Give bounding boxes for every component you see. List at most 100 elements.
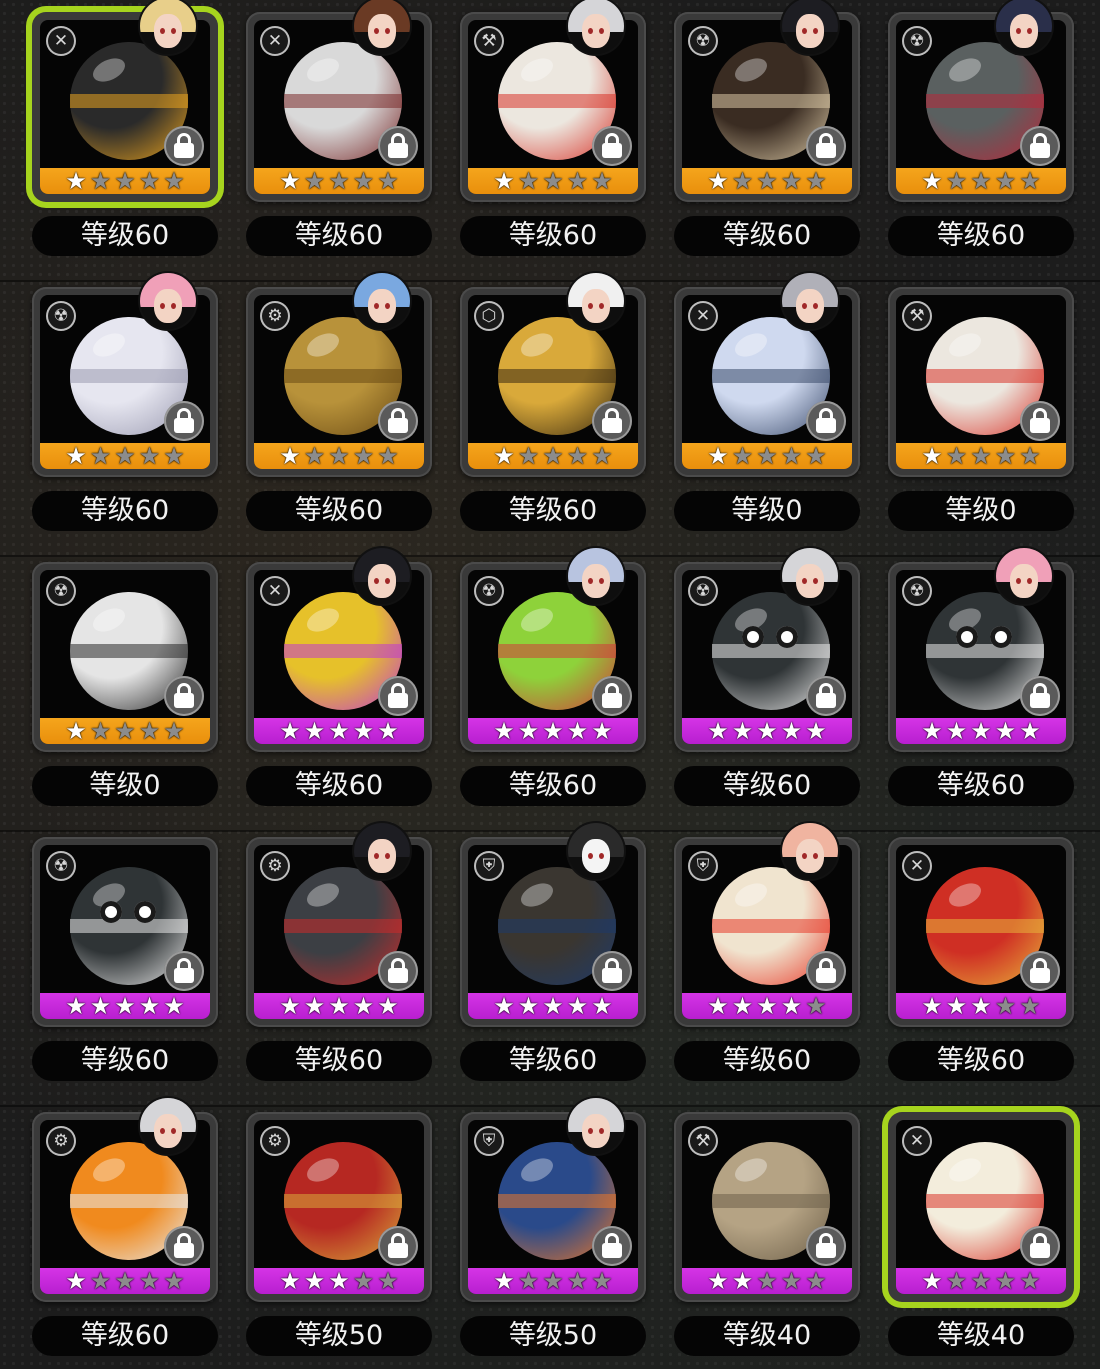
character-avatar [996, 0, 1052, 54]
item-card[interactable]: ☢ ★ ★ ★ ★ ★ 等级60 [856, 0, 1074, 262]
item-card[interactable]: ☢ ★ ★ ★ ★ ★ 等级60 [428, 548, 646, 812]
star-rating: ★ ★ ★ ★ ★ [468, 993, 638, 1019]
lock-icon[interactable] [164, 951, 204, 991]
crossed-tools-icon: ✕ [902, 851, 932, 881]
item-card-frame[interactable]: ⚒ ★ ★ ★ ★ ★ [674, 1112, 860, 1302]
star-icon: ★ [89, 717, 112, 744]
star-icon: ★ [65, 717, 87, 744]
lock-icon[interactable] [164, 401, 204, 441]
lock-icon[interactable] [378, 126, 418, 166]
item-card-frame[interactable]: ☢ ★ ★ ★ ★ ★ [32, 562, 218, 752]
item-card[interactable]: ⚙ ★ ★ ★ ★ ★ 等级60 [0, 1098, 218, 1362]
star-icon: ★ [542, 1267, 564, 1294]
lock-icon[interactable] [164, 1226, 204, 1266]
lock-icon[interactable] [378, 951, 418, 991]
lock-icon[interactable] [1020, 1226, 1060, 1266]
item-card[interactable]: ☢ ★ ★ ★ ★ ★ 等级60 [642, 0, 860, 262]
lock-icon[interactable] [1020, 401, 1060, 441]
item-card-frame[interactable]: ☢ ★ ★ ★ ★ ★ [32, 837, 218, 1027]
star-icon: ★ [517, 442, 540, 469]
lock-icon[interactable] [592, 951, 632, 991]
lock-icon[interactable] [592, 676, 632, 716]
item-card[interactable]: ⚒ ★ ★ ★ ★ ★ 等级0 [856, 275, 1074, 537]
star-icon: ★ [945, 1267, 968, 1294]
star-icon: ★ [780, 992, 803, 1019]
item-card[interactable]: ⛨ ★ ★ ★ ★ ★ 等级60 [428, 823, 646, 1087]
lock-icon[interactable] [806, 401, 846, 441]
star-icon: ★ [493, 167, 515, 194]
star-icon: ★ [65, 992, 87, 1019]
item-card[interactable]: ✕ ★ ★ ★ ★ ★ 等级60 [856, 825, 1074, 1087]
item-card[interactable]: ⬡ ★ ★ ★ ★ ★ 等级60 [428, 273, 646, 537]
item-card[interactable]: ⚒ ★ ★ ★ ★ ★ 等级40 [642, 1100, 860, 1362]
level-label: 等级60 [460, 766, 646, 806]
star-rating: ★ ★ ★ ★ ★ [254, 993, 424, 1019]
item-card[interactable]: ⚙ ★ ★ ★ ★ ★ 等级50 [214, 1100, 432, 1362]
item-card[interactable]: ⚒ ★ ★ ★ ★ ★ 等级60 [428, 0, 646, 262]
lock-icon[interactable] [164, 676, 204, 716]
item-card[interactable]: ⛨ ★ ★ ★ ★ ★ 等级60 [642, 823, 860, 1087]
item-card[interactable]: ✕ ★ ★ ★ ★ ★ 等级60 [0, 0, 218, 262]
hammer-icon: ⚒ [474, 26, 504, 56]
item-card-frame[interactable]: ✕ ★ ★ ★ ★ ★ [888, 837, 1074, 1027]
item-card[interactable]: ☢ ★ ★ ★ ★ ★ 等级60 [0, 825, 218, 1087]
level-label: 等级0 [888, 491, 1074, 531]
lock-icon[interactable] [378, 676, 418, 716]
star-icon: ★ [352, 1267, 375, 1294]
character-avatar [354, 823, 410, 879]
lock-icon[interactable] [806, 1226, 846, 1266]
item-card[interactable]: ☢ ★ ★ ★ ★ ★ 等级0 [0, 550, 218, 812]
star-icon: ★ [780, 1267, 803, 1294]
star-icon: ★ [303, 167, 326, 194]
star-icon: ★ [493, 442, 515, 469]
lock-icon[interactable] [592, 126, 632, 166]
lock-icon[interactable] [592, 401, 632, 441]
item-card[interactable]: ✕ ★ ★ ★ ★ ★ 等级60 [214, 548, 432, 812]
star-icon: ★ [114, 442, 136, 469]
lock-icon[interactable] [378, 1226, 418, 1266]
item-card[interactable]: ✕ ★ ★ ★ ★ ★ 等级60 [214, 0, 432, 262]
level-label: 等级60 [32, 216, 218, 256]
item-card-frame[interactable]: ✕ ★ ★ ★ ★ ★ [888, 1112, 1074, 1302]
lock-icon[interactable] [1020, 126, 1060, 166]
wrench-icon: ⚙ [46, 1126, 76, 1156]
star-icon: ★ [994, 717, 1017, 744]
star-icon: ★ [756, 442, 778, 469]
item-card-frame[interactable]: ⚒ ★ ★ ★ ★ ★ [888, 287, 1074, 477]
star-rating: ★ ★ ★ ★ ★ [40, 1268, 210, 1294]
lock-icon[interactable] [592, 1226, 632, 1266]
crossed-tools-icon: ✕ [260, 26, 290, 56]
character-avatar [354, 548, 410, 604]
item-card[interactable]: ⚙ ★ ★ ★ ★ ★ 等级60 [214, 273, 432, 537]
star-icon: ★ [328, 1267, 350, 1294]
item-card[interactable]: ⚙ ★ ★ ★ ★ ★ 等级60 [214, 823, 432, 1087]
star-icon: ★ [377, 717, 399, 744]
star-icon: ★ [970, 442, 992, 469]
item-card[interactable]: ☢ ★ ★ ★ ★ ★ 等级60 [856, 548, 1074, 812]
item-card[interactable]: ☢ ★ ★ ★ ★ ★ 等级60 [0, 273, 218, 537]
star-icon: ★ [945, 442, 968, 469]
item-card[interactable]: ✕ ★ ★ ★ ★ ★ 等级0 [642, 273, 860, 537]
item-card[interactable]: ☢ ★ ★ ★ ★ ★ 等级60 [642, 548, 860, 812]
lock-icon[interactable] [806, 676, 846, 716]
lock-icon[interactable] [806, 126, 846, 166]
lock-icon[interactable] [806, 951, 846, 991]
star-icon: ★ [921, 717, 943, 744]
hexagon-icon: ⬡ [474, 301, 504, 331]
lock-icon[interactable] [1020, 951, 1060, 991]
item-card[interactable]: ⛨ ★ ★ ★ ★ ★ 等级50 [428, 1098, 646, 1362]
lock-icon[interactable] [1020, 676, 1060, 716]
lock-icon[interactable] [164, 126, 204, 166]
star-rating: ★ ★ ★ ★ ★ [40, 718, 210, 744]
star-icon: ★ [279, 167, 301, 194]
item-card-frame[interactable]: ⚙ ★ ★ ★ ★ ★ [246, 1112, 432, 1302]
wrench-icon: ⚙ [260, 301, 290, 331]
star-icon: ★ [138, 1267, 161, 1294]
character-avatar [996, 548, 1052, 604]
item-card[interactable]: ✕ ★ ★ ★ ★ ★ 等级40 [856, 1100, 1074, 1362]
character-avatar [782, 823, 838, 879]
star-icon: ★ [707, 442, 729, 469]
lock-icon[interactable] [378, 401, 418, 441]
level-label: 等级60 [246, 491, 432, 531]
item-card-inner: ⚒ ★ ★ ★ ★ ★ [896, 295, 1066, 469]
